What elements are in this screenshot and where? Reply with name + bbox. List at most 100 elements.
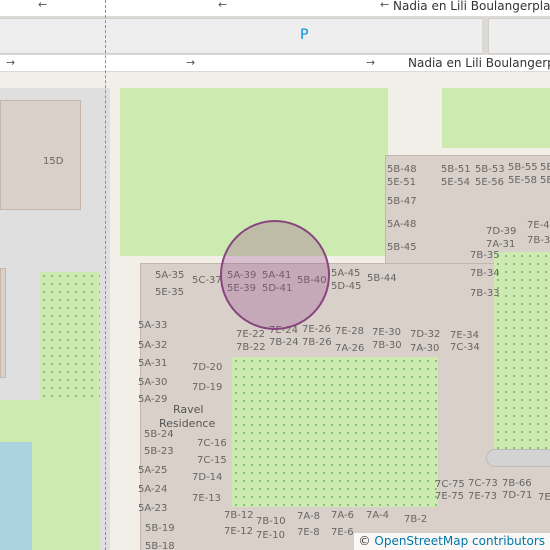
building-number-label: 7E-73 — [468, 491, 498, 502]
building-number-label: 7B-66 — [502, 478, 532, 489]
osm-attribution-link[interactable]: OpenStreetMap contributors — [374, 534, 545, 548]
building-number-label: 7E-26 — [302, 324, 332, 335]
building-number-label: 15D — [43, 156, 64, 167]
parking-lane-right — [488, 18, 550, 54]
building-number-label: 7B-30 — [372, 340, 402, 351]
building-number-label: 5A-32 — [138, 340, 168, 351]
building-number-label: 7B-3 — [527, 235, 550, 246]
building-number-label: 7E-12 — [224, 526, 254, 537]
street-label-bottom: Nadia en Lili Boulangerplantsoen — [408, 56, 550, 70]
building-number-label: 7D-32 — [410, 329, 441, 340]
oneway-arrow-left: ← — [38, 0, 48, 11]
building-number-label: 7B-24 — [269, 337, 299, 348]
building-number-label: 5E-35 — [155, 287, 185, 298]
oneway-arrow-right: → — [6, 56, 16, 69]
building-number-label: 7A-8 — [297, 511, 320, 522]
building-number-label: 7E-13 — [192, 493, 222, 504]
building-number-label: 5E — [540, 175, 550, 186]
building-number-label: 7B-12 — [224, 510, 254, 521]
building-number-label: 7E-30 — [372, 327, 402, 338]
building-number-label: 7D-19 — [192, 382, 223, 393]
building-number-label: 7C-34 — [450, 342, 480, 353]
building-number-label: 7E-22 — [236, 329, 266, 340]
grass-field-right — [442, 88, 550, 148]
building-number-label: 7E-8 — [297, 527, 320, 538]
building-number-label: 7A-30 — [410, 343, 440, 354]
building-number-label: 5A-35 — [155, 270, 185, 281]
building-number-label: 5B-51 — [441, 164, 471, 175]
location-marker[interactable] — [220, 220, 330, 330]
ravel-courtyard-east — [494, 252, 550, 452]
building-number-label: 7C-75 — [435, 479, 465, 490]
oneway-arrow-right: → — [186, 56, 196, 69]
oneway-arrow-right: → — [366, 56, 376, 69]
building-number-label: 7D-14 — [192, 472, 223, 483]
building-number-label: 7A-4 — [366, 510, 389, 521]
building-number-label: 5E-51 — [387, 177, 417, 188]
building-number-label: 7E-6 — [331, 527, 354, 538]
building-number-label: 5B-55 — [508, 162, 538, 173]
oneway-arrow-left: ← — [380, 0, 390, 11]
ravel-courtyard — [232, 357, 438, 507]
building-number-label: 7E-10 — [256, 530, 286, 541]
building-number-label: 5A-23 — [138, 503, 168, 514]
place-label-line1: Ravel — [173, 403, 204, 416]
parking-icon[interactable]: P — [300, 27, 308, 43]
building-number-label: 5E-56 — [475, 177, 505, 188]
building-number-label: 7B-34 — [470, 268, 500, 279]
building-number-label: 7A-26 — [335, 343, 365, 354]
building-number-label: 5B — [540, 162, 550, 173]
building-number-label: 7E-4 — [527, 220, 550, 231]
building-number-label: 5A-24 — [138, 484, 168, 495]
building-number-label: 5B-44 — [367, 273, 397, 284]
building-number-label: 5B-47 — [387, 196, 417, 207]
building-number-label: 7B-35 — [470, 250, 500, 261]
building-number-label: 7D-71 — [502, 490, 533, 501]
building-number-label: 5A-48 — [387, 219, 417, 230]
bench-feature — [486, 449, 550, 467]
building-number-label: 5A-30 — [138, 377, 168, 388]
building-number-label: 7C-16 — [197, 438, 227, 449]
building-number-label: 5E-54 — [441, 177, 471, 188]
building-number-label: 5B-45 — [387, 242, 417, 253]
building-number-label: 7E-75 — [435, 491, 465, 502]
building-number-label: 7E-34 — [450, 330, 480, 341]
building-number-label: 5C-37 — [192, 275, 222, 286]
building-number-label: 5D-45 — [331, 281, 362, 292]
building-number-label: 7C-15 — [197, 455, 227, 466]
building-number-label: 7B-2 — [404, 514, 428, 525]
building-number-label: 7D-39 — [486, 226, 517, 237]
building-number-label: 7E-28 — [335, 326, 365, 337]
building-number-label: 5A-33 — [138, 320, 168, 331]
building-number-label: 5A-25 — [138, 465, 168, 476]
building-number-label: 5B-24 — [144, 429, 174, 440]
park-left — [40, 272, 100, 400]
building-number-label: 7C-73 — [468, 478, 498, 489]
building-number-label: 5A-31 — [138, 358, 168, 369]
building-number-label: 5E-58 — [508, 175, 538, 186]
map-canvas[interactable]: Nadia en Lili Boulangerplantsoen Nadia e… — [0, 0, 550, 550]
building-number-label: 5B-18 — [145, 541, 175, 550]
parking-lane — [0, 18, 482, 54]
building-number-label: 7B-26 — [302, 337, 332, 348]
building-number-label: 7B-22 — [236, 342, 266, 353]
building-number-label: 7B-33 — [470, 288, 500, 299]
building-number-label: 7B-10 — [256, 516, 286, 527]
pond — [0, 442, 32, 550]
building-number-label: 5B-48 — [387, 164, 417, 175]
map-attribution: © OpenStreetMap contributors — [353, 533, 550, 550]
building-15d — [0, 100, 81, 210]
building-number-label: 5B-53 — [475, 164, 505, 175]
footpath — [105, 0, 106, 550]
building-number-label: 5B-19 — [145, 523, 175, 534]
oneway-arrow-left: ← — [218, 0, 228, 11]
building-left-small — [0, 268, 6, 378]
building-number-label: 7A-6 — [331, 510, 354, 521]
street-label-top: Nadia en Lili Boulangerplantsoen — [393, 0, 550, 13]
building-number-label: 5A-45 — [331, 268, 361, 279]
building-number-label: 7D-20 — [192, 362, 223, 373]
building-number-label: 5B-23 — [144, 446, 174, 457]
building-number-label: 5A-29 — [138, 394, 168, 405]
building-number-label: 7E — [538, 492, 550, 503]
copyright-symbol: © — [358, 534, 371, 548]
